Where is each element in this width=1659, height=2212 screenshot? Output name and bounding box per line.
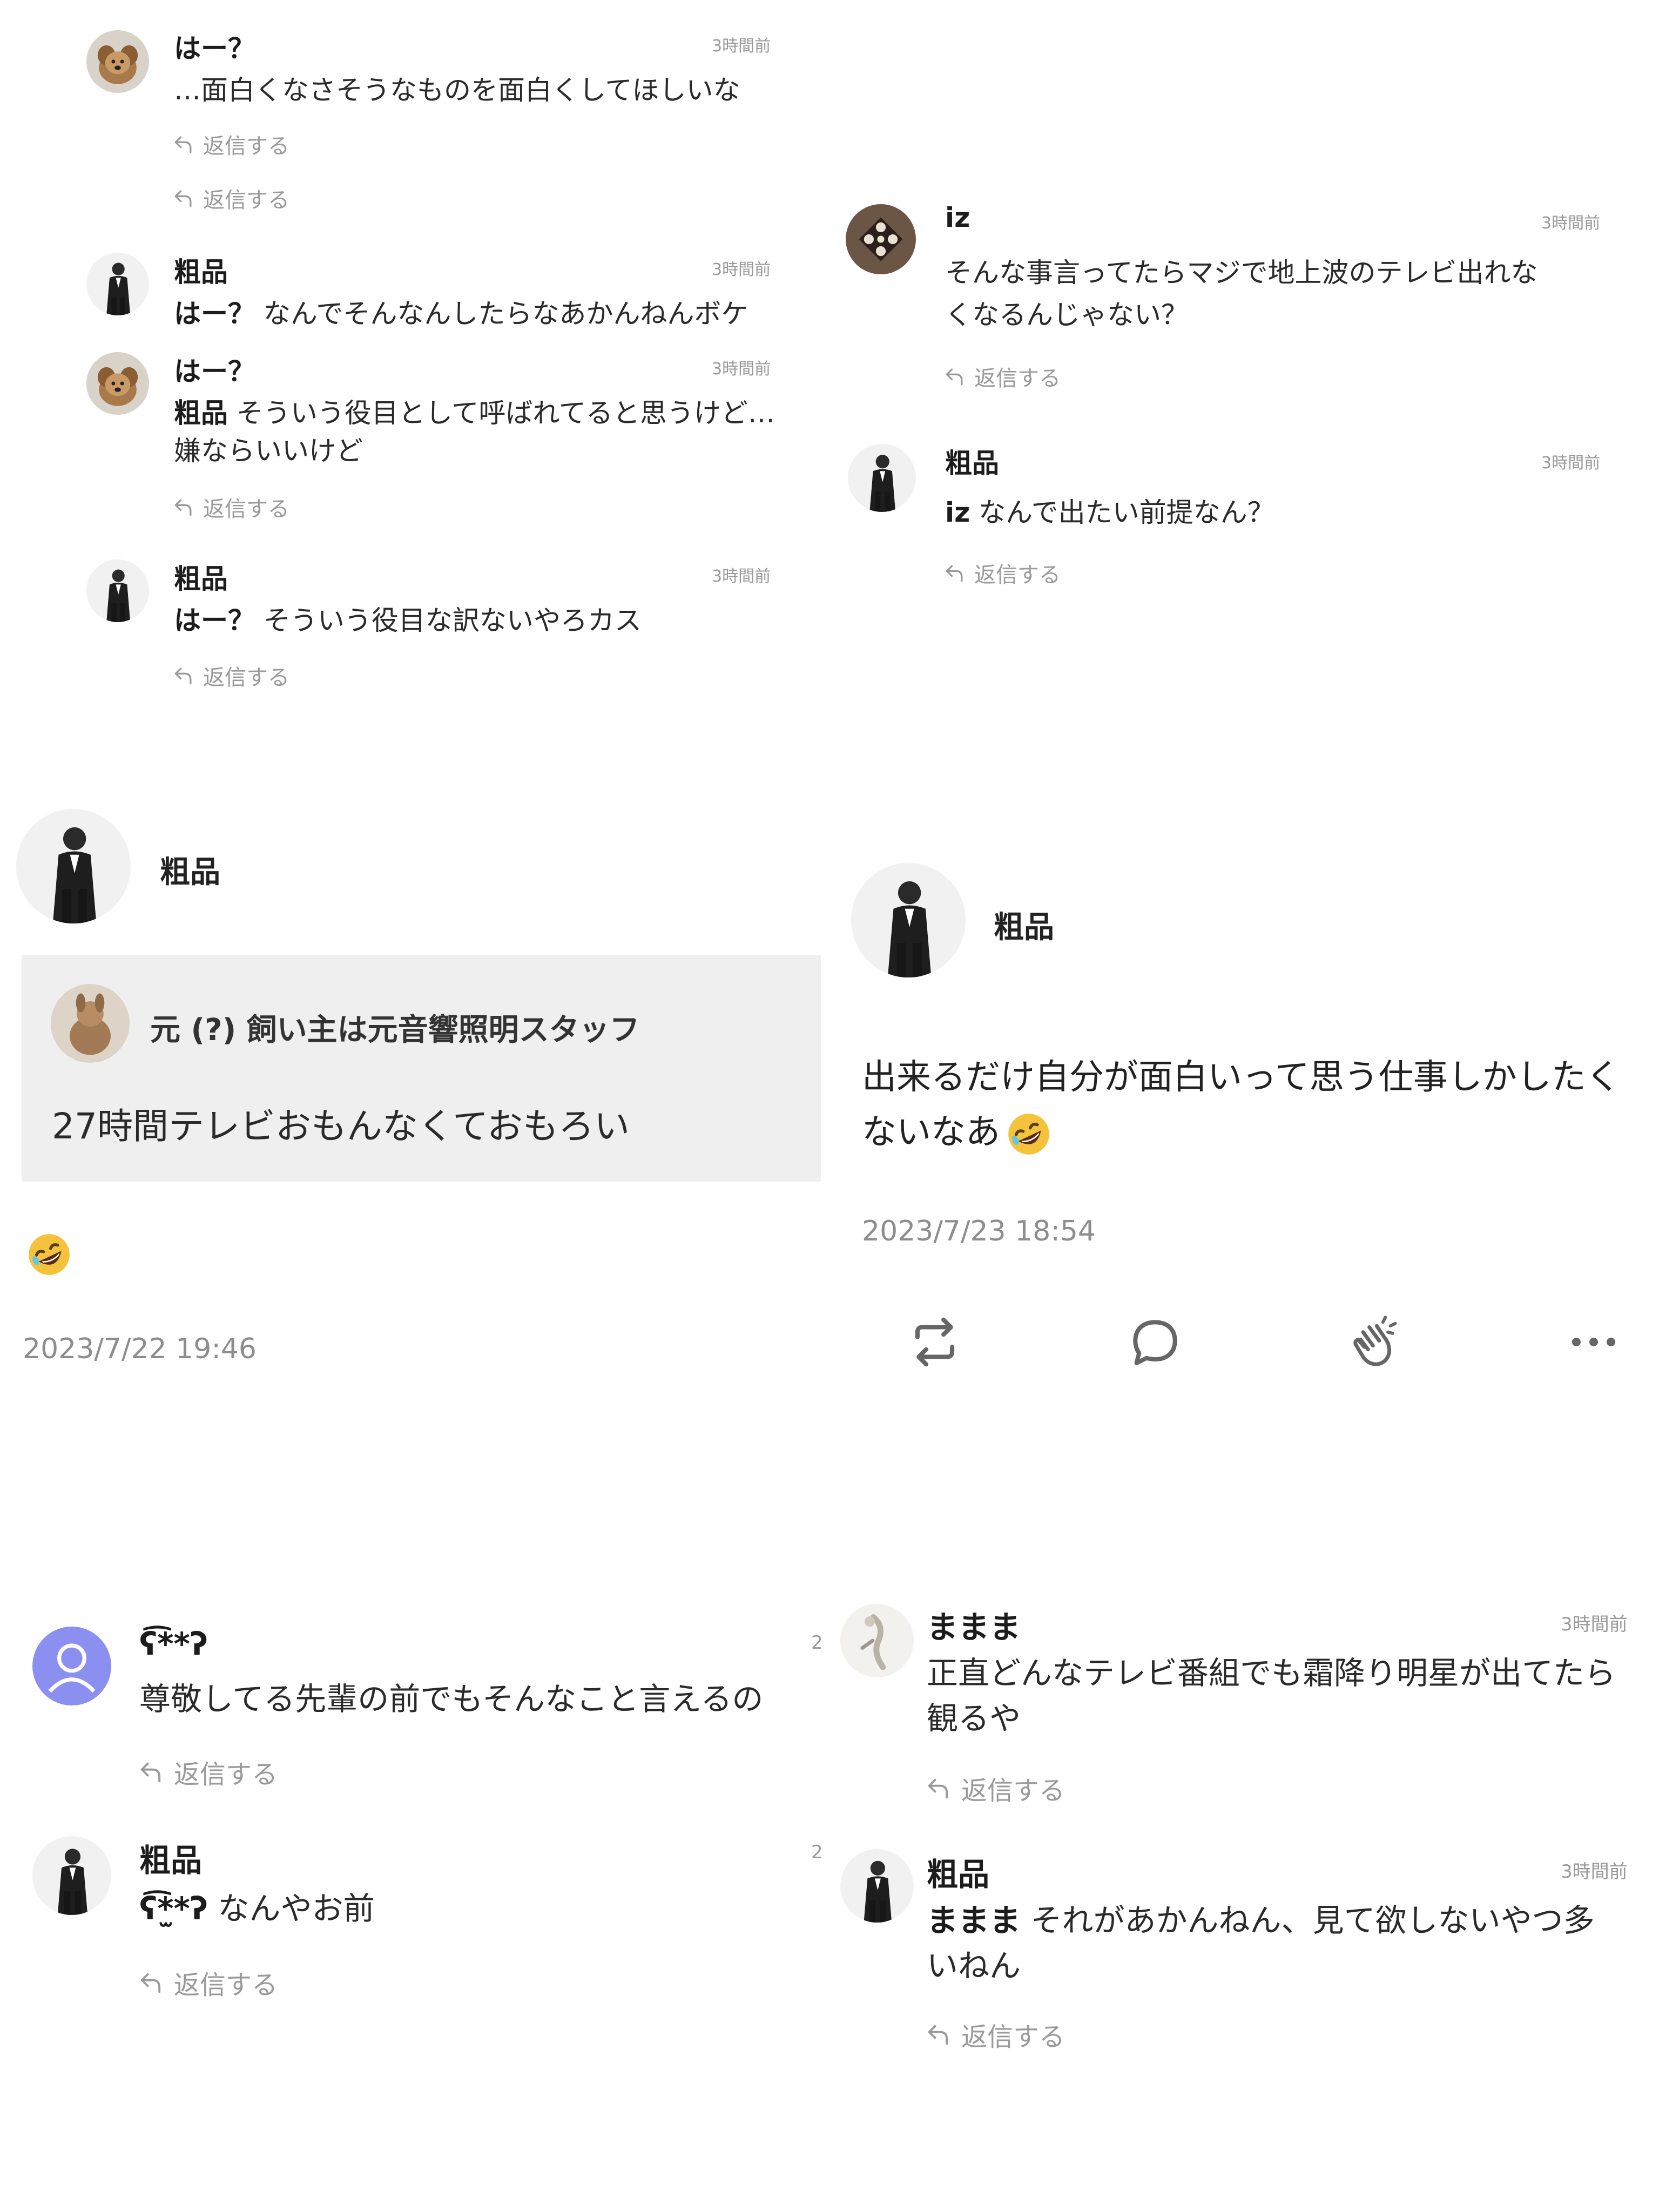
comment-author[interactable]: 粗品 <box>174 557 228 596</box>
comment-timestamp: 3時間前 <box>712 567 771 586</box>
comment-timestamp: 3時間前 <box>712 260 771 279</box>
comment-text-line-2: くなるんじゃない？ <box>945 299 1188 331</box>
comment-author[interactable]: はー？ <box>174 350 255 389</box>
reply-button[interactable]: 返信する <box>172 491 289 523</box>
avatar[interactable] <box>840 1604 914 1677</box>
comment-author[interactable]: ʕ͡**ʔ <box>139 1626 208 1662</box>
comment-timestamp: 3時間前 <box>712 37 771 56</box>
reply-button[interactable]: 返信する <box>943 557 1061 589</box>
reply-button[interactable]: 返信する <box>172 129 289 160</box>
comment-text: ままま それがあかんねん、見て欲しないやつ多 <box>927 1902 1595 1939</box>
reply-button[interactable]: 返信する <box>925 2015 1065 2053</box>
post-panel: 粗品 出来るだけ自分が面白いって思う仕事しかしたく ないなあ 2023/7/23… <box>830 778 1659 1426</box>
avatar[interactable] <box>840 1849 914 1923</box>
post-text: 出来るだけ自分が面白いって思う仕事しかしたく ないなあ <box>862 1050 1650 1160</box>
comment-thread-panel-2: iz 3時間前 そんな事言ってたらマジで地上波のテレビ出れな くなるんじゃない？… <box>830 0 1659 724</box>
comment-text: iz なんで出たい前提なん？ <box>945 497 1274 528</box>
comment-timestamp: 3時間前 <box>712 360 771 379</box>
comment-author[interactable]: iz <box>945 202 970 233</box>
repost-icon[interactable] <box>905 1312 965 1372</box>
comment-text: …面白くなさそうなものを面白くしてほしいな <box>174 75 740 106</box>
mention[interactable]: ʕ͡*̫*ʔ <box>139 1890 208 1927</box>
mention[interactable]: 粗品 <box>174 397 228 429</box>
comment-thread-panel-6: ままま 3時間前 正直どんなテレビ番組でも霜降り明星が出てたら 観るや 返信する… <box>830 1566 1659 2212</box>
quoted-author-avatar[interactable] <box>51 984 130 1063</box>
avatar[interactable] <box>86 559 149 622</box>
comment-timestamp: 2 <box>811 1842 823 1863</box>
comment-text: 正直どんなテレビ番組でも霜降り明星が出てたら <box>927 1655 1616 1691</box>
comment-timestamp: 3時間前 <box>1561 1614 1628 1635</box>
reply-arrow-icon <box>943 561 967 585</box>
post-author[interactable]: 粗品 <box>160 848 220 892</box>
comment-text: 粗品 そういう役目として呼ばれてると思うけど… <box>174 397 775 429</box>
avatar[interactable] <box>86 352 149 415</box>
quoted-post[interactable]: 元 (?) 飼い主は元音響照明スタッフ 27時間テレビおもんなくておもろい <box>22 955 821 1182</box>
comment-text-line-2: 嫌ならいいけど <box>174 435 363 467</box>
reply-arrow-icon <box>925 1774 953 1802</box>
reply-button[interactable]: 返信する <box>172 183 289 214</box>
reply-button[interactable]: 返信する <box>137 1964 278 2001</box>
reply-button[interactable]: 返信する <box>172 660 289 691</box>
comment-timestamp: 3時間前 <box>1541 454 1601 473</box>
comment-timestamp: 3時間前 <box>1561 1861 1628 1883</box>
mention[interactable]: ままま <box>927 1902 1021 1939</box>
quoted-post-text: 27時間テレビおもんなくておもろい <box>52 1105 630 1147</box>
reply-arrow-icon <box>943 365 967 388</box>
reply-arrow-icon <box>925 2020 953 2048</box>
reply-arrow-icon <box>172 186 195 210</box>
comment-text: 尊敬してる先輩の前でもそんなこと言えるの <box>139 1681 764 1717</box>
comment-text: ʕ͡*̫*ʔ なんやお前 <box>139 1890 375 1927</box>
comment-timestamp: 2 <box>811 1632 823 1654</box>
comment-author[interactable]: 粗品 <box>139 1835 202 1880</box>
reply-button[interactable]: 返信する <box>943 361 1061 392</box>
reply-button[interactable]: 返信する <box>925 1769 1065 1807</box>
comment-text: はー？ なんでそんなんしたらなあかんねんボケ <box>174 298 748 329</box>
comment-thread-panel-5: ʕ͡**ʔ 2 尊敬してる先輩の前でもそんなこと言えるの 返信する 粗品 2 ʕ… <box>0 1566 826 2212</box>
author-avatar[interactable] <box>16 809 131 923</box>
comment-thread-panel-1: はー？ 3時間前 …面白くなさそうなものを面白くしてほしいな 返信する 返信する… <box>0 0 826 724</box>
avatar[interactable] <box>848 444 916 512</box>
avatar[interactable] <box>86 253 149 315</box>
avatar[interactable] <box>846 204 916 274</box>
clap-icon[interactable] <box>1346 1312 1405 1372</box>
post-author[interactable]: 粗品 <box>994 903 1054 947</box>
mention[interactable]: はー？ <box>174 605 255 636</box>
comment-text-line-2: いねん <box>927 1947 1021 1984</box>
mention[interactable]: iz <box>945 497 970 528</box>
rofl-emoji-icon <box>1004 1110 1053 1158</box>
reply-arrow-icon <box>137 1968 165 1997</box>
author-avatar[interactable] <box>851 863 966 977</box>
reply-button[interactable]: 返信する <box>137 1753 278 1791</box>
mention[interactable]: はー？ <box>174 298 255 329</box>
avatar[interactable] <box>32 1836 111 1915</box>
reply-arrow-icon <box>172 495 195 519</box>
post-timestamp: 2023/7/22 19:46 <box>23 1333 257 1365</box>
comment-author[interactable]: はー？ <box>174 27 255 66</box>
comment-timestamp: 3時間前 <box>1541 214 1601 233</box>
avatar[interactable] <box>86 30 149 93</box>
rofl-emoji-icon <box>25 1230 73 1279</box>
quoted-author-name: 元 (?) 飼い主は元音響照明スタッフ <box>150 1013 640 1048</box>
comment-icon[interactable] <box>1125 1312 1185 1372</box>
comment-author[interactable]: ままま <box>927 1602 1021 1647</box>
post-timestamp: 2023/7/23 18:54 <box>862 1215 1096 1247</box>
post-panel-quote: 粗品 元 (?) 飼い主は元音響照明スタッフ 27時間テレビおもんなくておもろい… <box>0 778 826 1426</box>
default-avatar[interactable] <box>32 1627 111 1705</box>
comment-text: そんな事言ってたらマジで地上波のテレビ出れな <box>945 257 1538 288</box>
comment-text: はー？ そういう役目な訳ないやろカス <box>174 605 642 636</box>
comment-text-line-2: 観るや <box>927 1700 1021 1737</box>
reply-arrow-icon <box>137 1758 165 1786</box>
comment-author[interactable]: 粗品 <box>945 442 999 481</box>
reply-arrow-icon <box>172 132 195 156</box>
comment-author[interactable]: 粗品 <box>174 251 228 289</box>
reply-arrow-icon <box>172 664 195 687</box>
more-icon[interactable] <box>1564 1312 1623 1372</box>
comment-author[interactable]: 粗品 <box>927 1849 989 1894</box>
